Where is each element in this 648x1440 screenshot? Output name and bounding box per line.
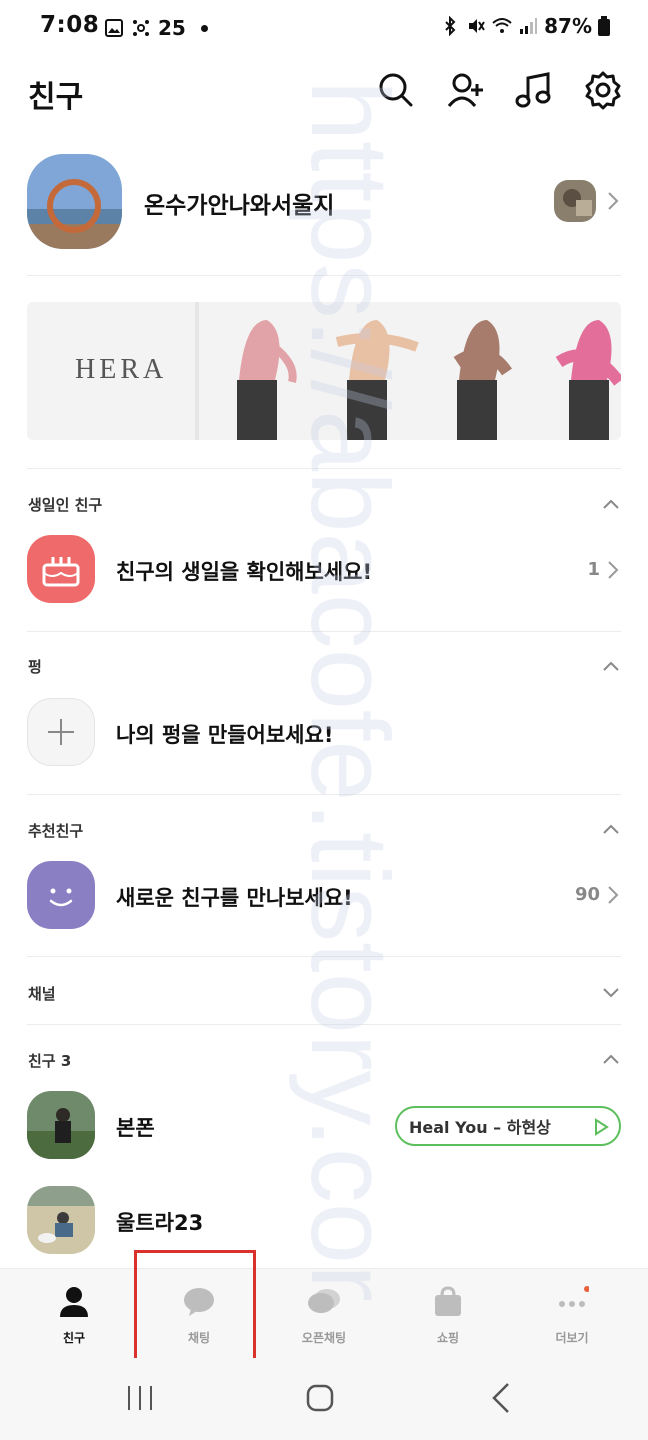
chevron-right-icon [608,192,619,210]
divider [27,794,621,795]
recommend-message[interactable]: 새로운 친구를 만나보세요! [116,882,353,912]
chevron-up-icon[interactable] [602,498,620,510]
banner-brand: HERA [75,354,168,385]
home-icon[interactable] [300,1378,340,1418]
tab-friends[interactable]: 친구 [14,1269,134,1359]
divider [27,468,621,469]
friend-name[interactable]: 본폰 [116,1112,155,1142]
shopping-bag-icon [435,1286,461,1316]
birthday-cake-icon [27,535,95,603]
section-header-recommend: 추천친구 [28,822,84,840]
tab-label: 친구 [62,1331,86,1345]
back-icon[interactable] [482,1378,522,1418]
search-icon[interactable] [377,70,415,110]
gallery-icon [105,19,123,37]
tab-label: 오픈채팅 [301,1331,347,1345]
profile-avatar[interactable] [27,154,122,249]
ad-banner[interactable]: HERA [27,302,621,440]
signal-icon [520,18,538,34]
mute-icon [469,19,485,33]
music-icon[interactable] [515,70,553,110]
play-icon [595,1118,609,1136]
friend-avatar[interactable] [27,1091,95,1159]
wifi-icon [492,18,512,33]
link-icon [133,20,149,36]
divider [27,956,621,957]
music-title: Heal You – 하현상 [409,1118,551,1137]
lipstick-images [237,320,621,440]
section-header-friends: 친구 3 [28,1052,72,1070]
friend-avatar[interactable] [27,1186,95,1254]
divider [27,275,621,276]
chevron-right-icon[interactable] [606,885,620,905]
profile-music-thumbnail[interactable] [554,180,596,222]
friend-name[interactable]: 울트라23 [116,1207,203,1237]
tab-label: 더보기 [555,1331,589,1345]
tab-openchat[interactable]: 오픈채팅 [264,1269,384,1359]
banner-separator [195,302,199,440]
status-right: 87% [440,14,610,38]
chevron-right-icon[interactable] [606,560,620,580]
status-notifications: 25 [104,16,208,40]
pung-message[interactable]: 나의 펑을 만들어보세요! [116,719,333,749]
settings-icon[interactable] [584,70,622,110]
dot-icon [200,24,208,32]
section-header-birthday: 생일인 친구 [28,496,103,514]
battery-text: 87% [544,14,592,38]
add-pung-icon[interactable] [27,698,95,766]
tab-label: 쇼핑 [436,1331,460,1345]
tab-shopping[interactable]: 쇼핑 [388,1269,508,1359]
bottom-tab-bar: 친구 채팅 오픈채팅 쇼핑 더보기 [0,1268,648,1358]
highlight-box [134,1250,256,1368]
add-friend-icon[interactable] [446,70,484,110]
recommend-count: 90 [574,884,600,905]
tab-more[interactable]: 더보기 [512,1269,632,1359]
chevron-up-icon[interactable] [602,660,620,672]
chevron-up-icon[interactable] [602,823,620,835]
birthday-count: 1 [587,559,600,580]
open-chat-icon [308,1289,340,1313]
section-header-channel: 채널 [28,985,56,1003]
chevron-up-icon[interactable] [602,1053,620,1065]
more-dots-icon [559,1286,589,1307]
profile-name: 온수가안나와서울지 [144,193,335,219]
my-profile[interactable]: 온수가안나와서울지 [0,148,648,266]
chevron-down-icon[interactable] [602,986,620,998]
page-title: 친구 [28,80,84,115]
person-icon [60,1287,88,1317]
section-header-pung: 펑 [28,658,42,676]
notification-count: 25 [158,16,186,40]
status-time: 7:08 [40,12,100,38]
divider [27,631,621,632]
battery-icon [598,16,610,36]
bluetooth-icon [445,16,456,36]
profile-music-pill[interactable]: Heal You – 하현상 [395,1106,621,1146]
system-nav-bar [0,1358,648,1440]
header-actions [377,70,622,110]
birthday-message[interactable]: 친구의 생일을 확인해보세요! [116,556,372,586]
smile-face-icon [27,861,95,929]
app-header: 친구 [0,60,648,126]
recents-icon[interactable] [120,1378,160,1418]
divider [27,1024,621,1025]
status-bar: 7:08 25 87% [0,0,648,54]
